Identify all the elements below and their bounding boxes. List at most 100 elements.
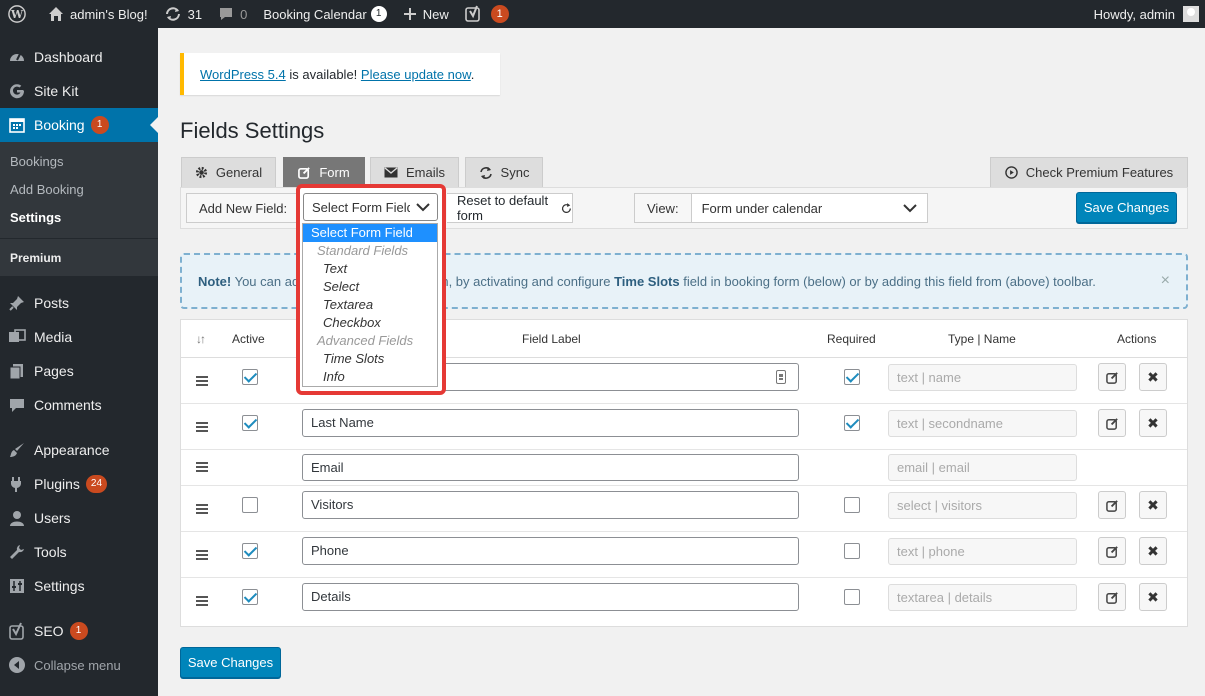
active-checkbox[interactable] <box>242 415 258 431</box>
notice-text: is available! <box>285 67 361 82</box>
tab-general[interactable]: General <box>181 157 276 187</box>
required-checkbox[interactable] <box>844 369 860 385</box>
edit-field-button[interactable] <box>1098 363 1126 391</box>
site-name-link[interactable]: admin's Blog! <box>40 0 156 28</box>
active-checkbox[interactable] <box>242 543 258 559</box>
menu-settings-label: Settings <box>34 578 85 594</box>
submenu-add-booking[interactable]: Add Booking <box>0 176 158 204</box>
submenu-bookings[interactable]: Bookings <box>0 148 158 176</box>
menu-pages[interactable]: Pages <box>0 354 158 388</box>
notice-end: . <box>470 67 475 82</box>
edit-icon <box>1105 417 1118 430</box>
field-label-input[interactable]: Visitors <box>302 491 799 519</box>
booking-submenu: Bookings Add Booking Settings <box>0 142 158 238</box>
yoast-link[interactable]: 1 <box>457 0 517 28</box>
drag-handle-icon[interactable] <box>196 376 208 386</box>
wordpress-version-link[interactable]: WordPress 5.4 <box>200 67 286 82</box>
submenu-settings[interactable]: Settings <box>0 204 158 232</box>
view-select-group: View: Form under calendar <box>634 193 928 223</box>
menu-dashboard[interactable]: Dashboard <box>0 40 158 74</box>
field-label-input[interactable]: Details <box>302 583 799 611</box>
active-checkbox[interactable] <box>242 369 258 385</box>
required-checkbox[interactable] <box>844 589 860 605</box>
drag-handle-icon[interactable] <box>196 422 208 432</box>
settings-sliders-icon <box>7 576 27 596</box>
menu-comments[interactable]: Comments <box>0 388 158 422</box>
field-label-input[interactable]: Email <box>302 454 799 481</box>
menu-appearance[interactable]: Appearance <box>0 433 158 467</box>
collapse-menu-button[interactable]: Collapse menu <box>0 648 158 682</box>
option-select-form-field[interactable]: Select Form Field <box>303 224 437 242</box>
field-label-value: Email <box>311 460 344 475</box>
add-field-select[interactable]: Select Form Field <box>303 193 438 221</box>
drag-handle-icon[interactable] <box>196 504 208 514</box>
table-row: Visitors select | visitors ✖ <box>181 486 1187 532</box>
menu-media[interactable]: Media <box>0 320 158 354</box>
option-textarea[interactable]: Textarea <box>303 296 437 314</box>
tab-sync[interactable]: Sync <box>465 157 543 187</box>
booking-calendar-link[interactable]: Booking Calendar 1 <box>255 0 394 28</box>
view-select[interactable]: Form under calendar <box>692 194 927 222</box>
delete-field-button[interactable]: ✖ <box>1139 363 1167 391</box>
tab-form[interactable]: Form <box>283 157 365 187</box>
svg-text:W: W <box>10 8 24 21</box>
edit-icon <box>1105 591 1118 604</box>
new-content-link[interactable]: New <box>395 0 457 28</box>
menu-posts-label: Posts <box>34 295 70 311</box>
menu-site-kit[interactable]: Site Kit <box>0 74 158 108</box>
menu-seo[interactable]: SEO 1 <box>0 614 158 648</box>
menu-users[interactable]: Users <box>0 501 158 535</box>
required-checkbox[interactable] <box>844 415 860 431</box>
option-time-slots[interactable]: Time Slots <box>303 350 437 368</box>
wordpress-logo-icon[interactable]: W <box>0 0 40 28</box>
booking-count-badge: 1 <box>90 116 109 134</box>
sort-icon[interactable]: ↓↑ <box>196 332 206 346</box>
comments-icon <box>7 395 27 415</box>
edit-field-button[interactable] <box>1098 537 1126 565</box>
field-label-input[interactable]: Last Name <box>302 409 799 437</box>
table-row: Email email | email <box>181 450 1187 486</box>
save-changes-button-bottom[interactable]: Save Changes <box>180 647 281 678</box>
menu-booking-label: Booking <box>34 117 85 133</box>
note-text-c: field in booking form (below) or by addi… <box>679 274 1096 289</box>
option-select[interactable]: Select <box>303 278 437 296</box>
active-checkbox[interactable] <box>242 497 258 513</box>
option-checkbox[interactable]: Checkbox <box>303 314 437 332</box>
menu-tools[interactable]: Tools <box>0 535 158 569</box>
menu-booking[interactable]: Booking 1 <box>0 108 158 142</box>
account-menu[interactable]: Howdy, admin <box>1086 0 1199 28</box>
drag-handle-icon[interactable] <box>196 550 208 560</box>
required-checkbox[interactable] <box>844 543 860 559</box>
option-text[interactable]: Text <box>303 260 437 278</box>
reset-form-button[interactable]: Reset to default form <box>447 193 573 223</box>
option-info[interactable]: Info <box>303 368 437 386</box>
drag-handle-icon[interactable] <box>196 462 208 472</box>
field-label-input[interactable]: Phone <box>302 537 799 565</box>
update-now-link[interactable]: Please update now <box>361 67 471 82</box>
edit-field-button[interactable] <box>1098 409 1126 437</box>
edit-field-button[interactable] <box>1098 491 1126 519</box>
edit-icon <box>1105 371 1118 384</box>
active-checkbox[interactable] <box>242 589 258 605</box>
tab-emails[interactable]: Emails <box>370 157 459 187</box>
edit-field-button[interactable] <box>1098 583 1126 611</box>
submenu-premium[interactable]: Premium <box>0 238 158 276</box>
drag-handle-icon[interactable] <box>196 596 208 606</box>
delete-field-button[interactable]: ✖ <box>1139 491 1167 519</box>
delete-field-button[interactable]: ✖ <box>1139 537 1167 565</box>
menu-settings[interactable]: Settings <box>0 569 158 603</box>
delete-field-button[interactable]: ✖ <box>1139 583 1167 611</box>
note-close-icon[interactable]: × <box>1161 272 1170 290</box>
tab-emails-label: Emails <box>405 165 445 180</box>
collapse-label: Collapse menu <box>34 657 121 673</box>
delete-field-button[interactable]: ✖ <box>1139 409 1167 437</box>
updates-link[interactable]: 31 <box>156 0 210 28</box>
menu-comments-label: Comments <box>34 397 102 413</box>
required-checkbox[interactable] <box>844 497 860 513</box>
menu-plugins[interactable]: Plugins 24 <box>0 467 158 501</box>
new-label: New <box>422 6 449 22</box>
menu-posts[interactable]: Posts <box>0 286 158 320</box>
tab-check-premium[interactable]: Check Premium Features <box>990 157 1188 187</box>
save-changes-button-top[interactable]: Save Changes <box>1076 192 1177 223</box>
comments-link[interactable]: 0 <box>210 0 255 28</box>
